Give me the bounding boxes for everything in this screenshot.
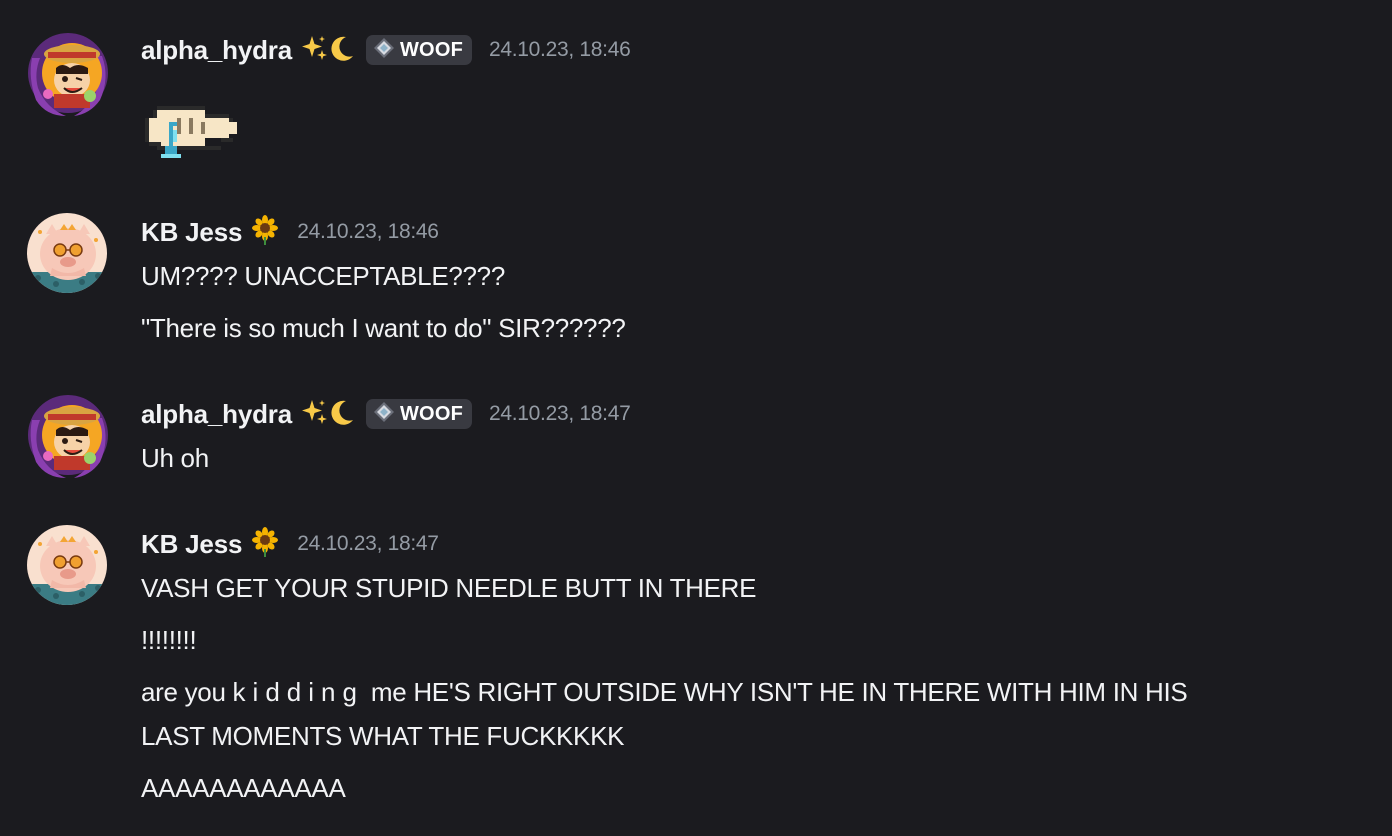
crescent-moon-icon [328, 34, 356, 67]
message-text: AAAAAAAAAAAA [141, 773, 346, 803]
badge-label: WOOF [399, 38, 463, 61]
message-text: UM???? UNACCEPTABLE???? [141, 261, 506, 291]
timestamp[interactable]: 24.10.23, 18:46 [489, 38, 631, 62]
avatar-kb-jess[interactable] [26, 524, 108, 606]
message-text: !!!!!!!! [141, 625, 197, 655]
author-emoji [250, 214, 280, 250]
message-header: alpha_hydra [141, 396, 631, 432]
sunflower-icon [250, 526, 280, 562]
message-header: KB Jess [141, 526, 439, 562]
timestamp[interactable]: 24.10.23, 18:47 [297, 532, 439, 556]
username[interactable]: alpha_hydra [141, 399, 292, 430]
role-badge[interactable]: WOOF [365, 35, 472, 65]
avatar-alpha-hydra[interactable] [26, 28, 108, 116]
author-emoji [300, 34, 356, 66]
message-text: Uh oh [141, 443, 209, 473]
message-text: "There is so much I want to do" SIR?????… [141, 313, 626, 343]
crying-hand-sticker[interactable] [141, 98, 237, 171]
diamond-tag-icon [373, 37, 395, 64]
sunflower-icon [250, 214, 280, 250]
timestamp[interactable]: 24.10.23, 18:46 [297, 220, 439, 244]
timestamp[interactable]: 24.10.23, 18:47 [489, 402, 631, 426]
username[interactable]: KB Jess [141, 217, 242, 248]
username[interactable]: KB Jess [141, 529, 242, 560]
chat-message-list: alpha_hydra WOOF 24.10.23, 18:46 KB Jess… [0, 0, 1392, 836]
avatar-alpha-hydra[interactable] [26, 390, 108, 478]
message-header: alpha_hydra [141, 32, 631, 68]
role-badge[interactable]: WOOF [365, 399, 472, 429]
message-text: LAST MOMENTS WHAT THE FUCKKKKK [141, 721, 625, 751]
badge-label: WOOF [399, 402, 463, 425]
sparkles-icon [300, 398, 328, 431]
avatar-kb-jess[interactable] [26, 212, 108, 294]
spaced-text: kidding [232, 677, 364, 707]
author-emoji [300, 398, 356, 430]
crescent-moon-icon [328, 398, 356, 431]
author-emoji [250, 526, 280, 562]
message-text: are you kidding me HE'S RIGHT OUTSIDE WH… [141, 670, 1188, 714]
sparkles-icon [300, 34, 328, 67]
message-text: VASH GET YOUR STUPID NEEDLE BUTT IN THER… [141, 573, 757, 603]
message-header: KB Jess [141, 214, 439, 250]
text-segment: me HE'S RIGHT OUTSIDE WHY ISN'T HE IN TH… [363, 677, 1188, 707]
diamond-tag-icon [373, 401, 395, 428]
text-segment: are you [141, 677, 233, 707]
username[interactable]: alpha_hydra [141, 35, 292, 66]
